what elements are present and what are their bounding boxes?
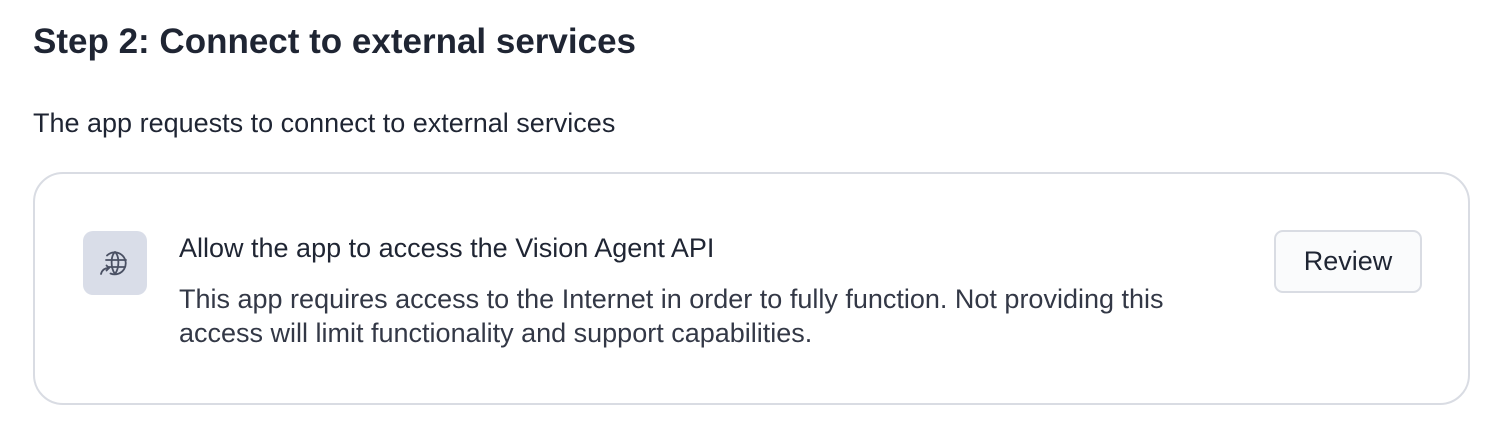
permission-icon-tile bbox=[83, 231, 147, 295]
permission-description: This app requires access to the Internet… bbox=[179, 284, 1164, 348]
step-title: Step 2: Connect to external services bbox=[33, 22, 636, 61]
permission-title: Allow the app to access the Vision Agent… bbox=[179, 233, 715, 263]
step-subtitle: The app requests to connect to external … bbox=[33, 108, 616, 138]
permission-card: Allow the app to access the Vision Agent… bbox=[33, 172, 1470, 405]
connect-services-page: Step 2: Connect to external services The… bbox=[0, 0, 1494, 428]
review-button[interactable]: Review bbox=[1274, 230, 1422, 293]
globe-arrow-icon bbox=[100, 251, 127, 276]
